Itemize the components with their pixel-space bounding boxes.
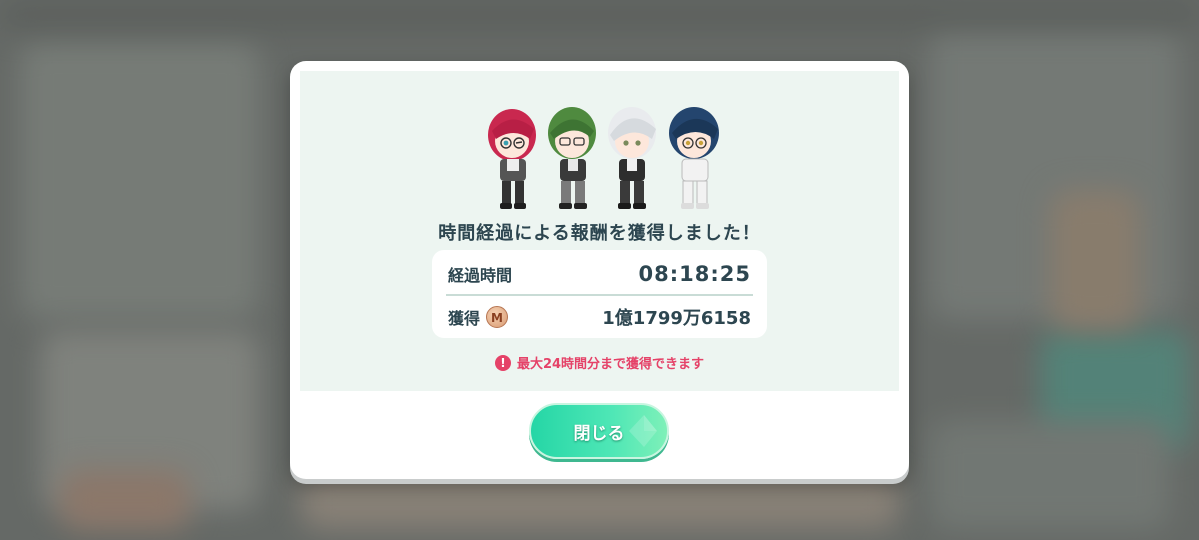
close-button[interactable]: 閉じる: [529, 403, 669, 459]
button-facet-decoration: [629, 415, 657, 447]
divider: [446, 294, 753, 296]
elapsed-time-row: 経過時間 08:18:25: [448, 254, 751, 294]
close-button-label: 閉じる: [573, 423, 625, 444]
dialog-content-panel: 時間経過による報酬を獲得しました！ 経過時間 08:18:25 獲得 M 1億1…: [300, 71, 899, 391]
reward-summary-card: 経過時間 08:18:25 獲得 M 1億1799万6158: [432, 250, 767, 338]
elapsed-time-value: 08:18:25: [638, 262, 751, 286]
elapsed-time-label: 経過時間: [448, 266, 513, 285]
earned-value: 1億1799万6158: [602, 308, 751, 329]
max-time-notice: ! 最大24時間分まで獲得できます: [300, 353, 899, 372]
earned-row: 獲得 M 1億1799万6158: [448, 297, 751, 337]
reward-dialog: 時間経過による報酬を獲得しました！ 経過時間 08:18:25 獲得 M 1億1…: [290, 61, 909, 479]
coin-icon: M: [486, 306, 509, 328]
earned-label-group: 獲得 M: [448, 305, 509, 329]
earned-label: 獲得: [448, 309, 481, 328]
warning-icon: !: [494, 354, 511, 371]
reward-message: 時間経過による報酬を獲得しました！: [438, 223, 761, 244]
notice-text: 最大24時間分まで獲得できます: [516, 357, 705, 372]
chibi-characters-illustration: [488, 107, 719, 209]
